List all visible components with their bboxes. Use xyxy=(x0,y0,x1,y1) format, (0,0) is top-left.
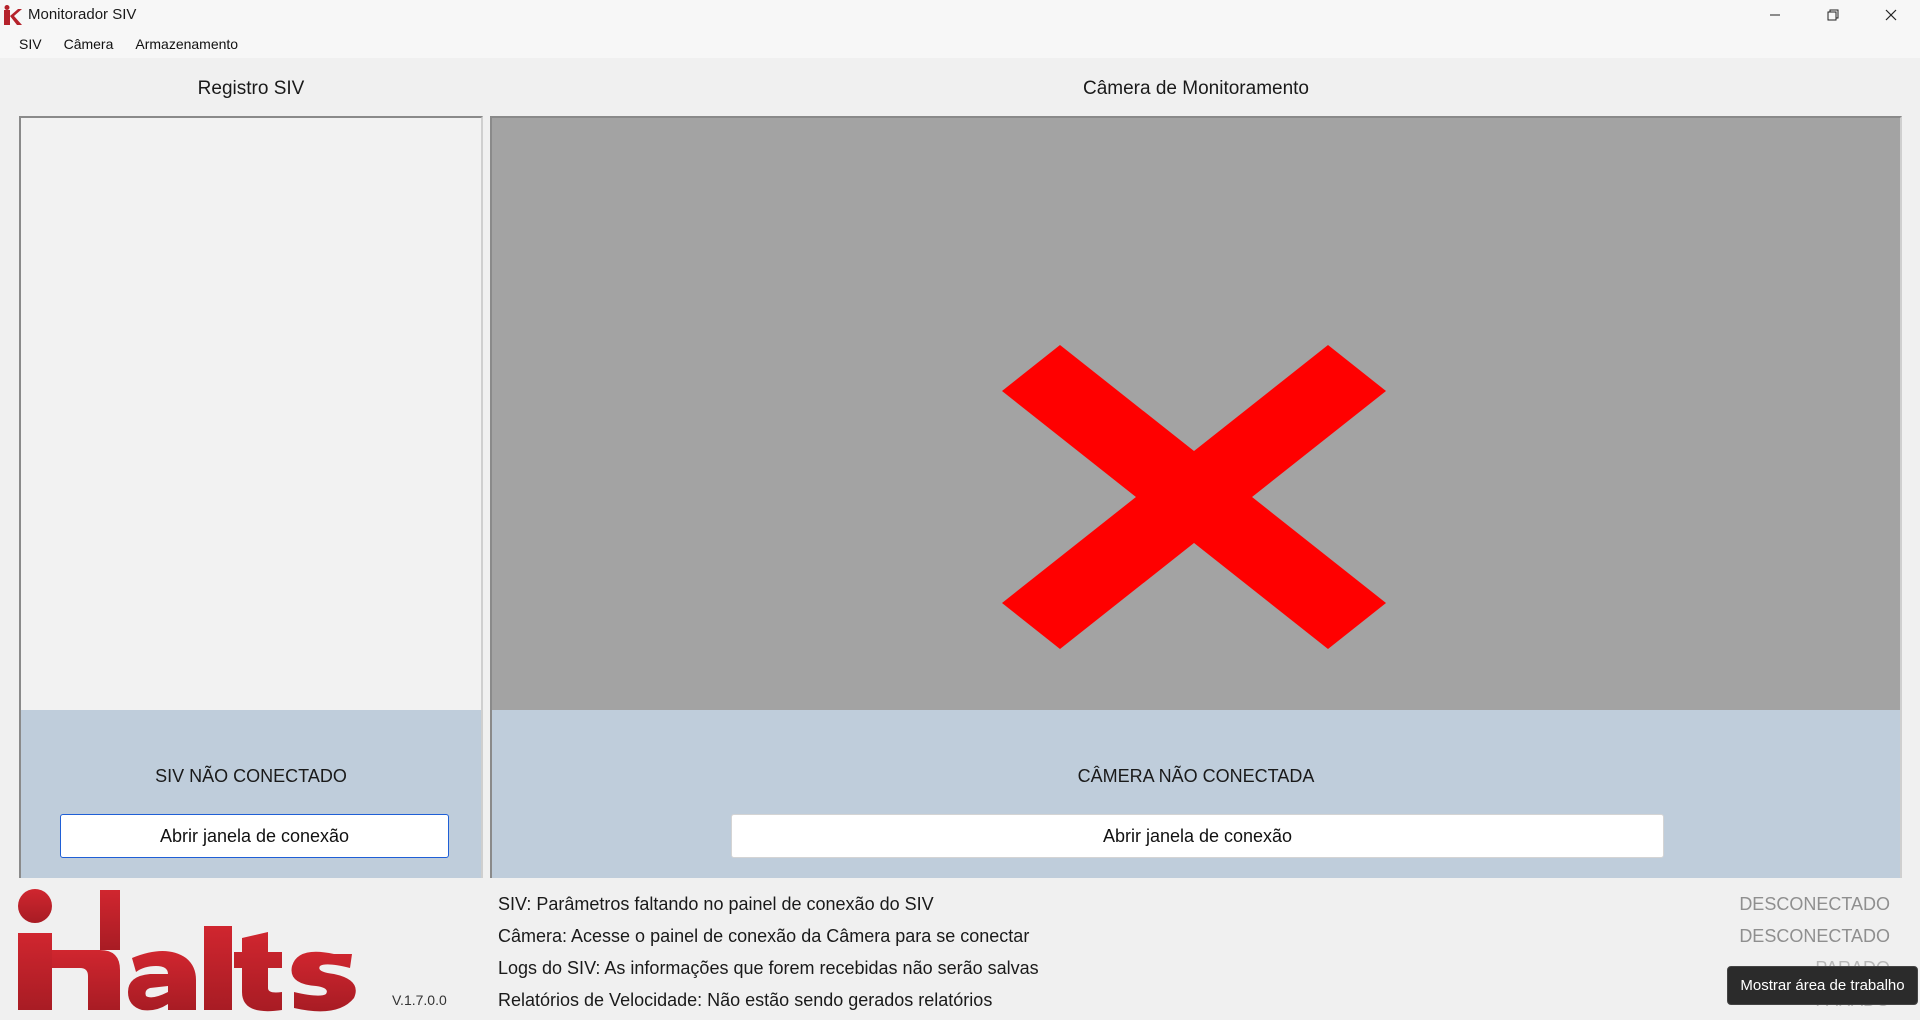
title-bar: Monitorador SIV xyxy=(0,0,1920,29)
info-line-camera: Câmera: Acesse o painel de conexão da Câ… xyxy=(498,924,1898,956)
show-desktop-tooltip: Mostrar área de trabalho xyxy=(1727,966,1918,1005)
camera-panel-title: Câmera de Monitoramento xyxy=(1083,78,1309,99)
camera-open-connection-button[interactable]: Abrir janela de conexão xyxy=(731,814,1664,858)
camera-panel: CÂMERA NÃO CONECTADA Abrir janela de con… xyxy=(490,116,1902,878)
siv-status-area: SIV NÃO CONECTADO Abrir janela de conexã… xyxy=(21,710,481,878)
close-icon xyxy=(1885,9,1897,20)
siv-registry-panel: SIV NÃO CONECTADO Abrir janela de conexã… xyxy=(19,116,483,878)
siv-open-connection-button[interactable]: Abrir janela de conexão xyxy=(60,814,449,858)
red-x-icon xyxy=(1002,345,1386,649)
app-version: V.1.7.0.0 xyxy=(392,992,447,1008)
status-info-list: SIV: Parâmetros faltando no painel de co… xyxy=(498,892,1898,1020)
close-button[interactable] xyxy=(1862,0,1920,29)
camera-status-label: CÂMERA NÃO CONECTADA xyxy=(1077,766,1315,786)
kalts-logo-icon xyxy=(18,889,356,1012)
app-logo-icon xyxy=(4,4,22,25)
restore-icon xyxy=(1827,9,1839,20)
minimize-button[interactable] xyxy=(1746,0,1804,29)
menu-item-siv[interactable]: SIV xyxy=(8,36,53,52)
info-line-siv: SIV: Parâmetros faltando no painel de co… xyxy=(498,892,1898,924)
info-line-reports: Relatórios de Velocidade: Não estão send… xyxy=(498,988,1898,1020)
info-state-siv: DESCONECTADO xyxy=(1739,894,1890,914)
info-state-camera: DESCONECTADO xyxy=(1739,926,1890,946)
kalts-logo xyxy=(16,888,382,1019)
info-label-camera: Câmera: Acesse o painel de conexão da Câ… xyxy=(498,926,1030,946)
siv-status-label: SIV NÃO CONECTADO xyxy=(155,766,347,786)
window-title: Monitorador SIV xyxy=(28,6,137,23)
menu-item-camera[interactable]: Câmera xyxy=(53,36,125,52)
siv-panel-title: Registro SIV xyxy=(197,78,305,99)
siv-log-area[interactable] xyxy=(21,118,481,712)
info-line-logs: Logs do SIV: As informações que forem re… xyxy=(498,956,1898,988)
restore-button[interactable] xyxy=(1804,0,1862,29)
info-label-reports: Relatórios de Velocidade: Não estão send… xyxy=(498,990,993,1010)
camera-view xyxy=(492,118,1900,712)
menu-item-storage[interactable]: Armazenamento xyxy=(124,36,249,52)
menu-bar: SIV Câmera Armazenamento xyxy=(0,29,1920,58)
camera-status-area: CÂMERA NÃO CONECTADA Abrir janela de con… xyxy=(492,710,1900,878)
info-label-logs: Logs do SIV: As informações que forem re… xyxy=(498,958,1039,978)
minimize-icon xyxy=(1770,14,1780,15)
info-label-siv: SIV: Parâmetros faltando no painel de co… xyxy=(498,894,934,914)
